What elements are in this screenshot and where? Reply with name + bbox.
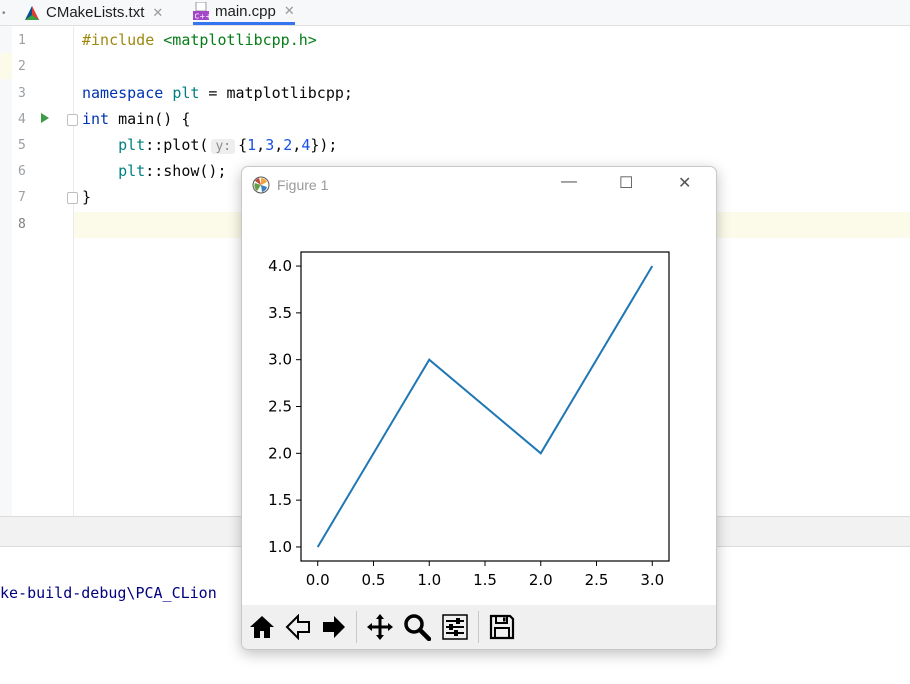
editor-tab-bar: • CMakeLists.txt ✕ C++ main.cpp ✕ bbox=[0, 0, 910, 26]
number-literal: 4 bbox=[301, 136, 310, 154]
line-number: 7 bbox=[18, 190, 38, 205]
line-number: 5 bbox=[18, 138, 38, 153]
y-tick-label: 3.0 bbox=[268, 351, 292, 369]
y-tick-label: 3.5 bbox=[268, 304, 292, 322]
code-text: ::show(); bbox=[145, 162, 226, 180]
code-text: ::plot( bbox=[145, 136, 208, 154]
configure-icon bbox=[441, 613, 469, 641]
x-tick-label: 3.0 bbox=[640, 571, 664, 589]
pan-icon bbox=[366, 613, 394, 641]
code-line-6[interactable]: plt::show(); bbox=[82, 162, 227, 180]
figure-title-bar[interactable]: Figure 1 — ☐ ✕ bbox=[242, 167, 716, 203]
forward-button[interactable] bbox=[317, 610, 351, 644]
close-button[interactable]: ✕ bbox=[678, 173, 691, 193]
code-text: { bbox=[238, 136, 247, 154]
tab-overflow-indicator[interactable]: • bbox=[2, 8, 6, 19]
back-icon bbox=[285, 614, 311, 640]
toolbar-separator bbox=[478, 611, 479, 643]
number-literal: 2 bbox=[283, 136, 292, 154]
y-tick-label: 1.0 bbox=[268, 538, 292, 556]
code-text: main() { bbox=[109, 110, 190, 128]
minimize-button[interactable]: — bbox=[561, 173, 577, 191]
cpp-file-icon: C++ bbox=[193, 2, 209, 20]
run-icon[interactable] bbox=[40, 112, 50, 124]
y-tick-label: 2.0 bbox=[268, 444, 292, 462]
close-icon[interactable]: ✕ bbox=[152, 5, 163, 21]
include-path: <matplotlibcpp.h> bbox=[163, 31, 317, 49]
svg-text:C++: C++ bbox=[195, 13, 210, 21]
tab-label: CMakeLists.txt bbox=[46, 4, 144, 21]
namespace-alias: plt bbox=[118, 162, 145, 180]
line-number: 1 bbox=[18, 33, 38, 48]
matplotlib-logo-icon bbox=[252, 176, 270, 194]
parameter-hint: y: bbox=[211, 139, 235, 154]
save-icon bbox=[488, 613, 516, 641]
y-tick-label: 2.5 bbox=[268, 398, 292, 416]
y-tick-label: 4.0 bbox=[268, 257, 292, 275]
x-tick-label: 1.5 bbox=[473, 571, 497, 589]
keyword: int bbox=[82, 110, 109, 128]
keyword: namespace bbox=[82, 84, 163, 102]
tab-label: main.cpp bbox=[215, 3, 276, 20]
code-text: } bbox=[82, 188, 91, 206]
fold-icon[interactable] bbox=[67, 192, 78, 204]
number-literal: 1 bbox=[247, 136, 256, 154]
number-literal: 3 bbox=[265, 136, 274, 154]
line-number: 6 bbox=[18, 164, 38, 179]
x-tick-label: 1.0 bbox=[417, 571, 441, 589]
line-number: 3 bbox=[18, 86, 38, 101]
tab-main-cpp[interactable]: C++ main.cpp ✕ bbox=[193, 0, 295, 25]
zoom-button[interactable] bbox=[400, 610, 434, 644]
cmake-icon bbox=[24, 5, 40, 21]
line-number: 2 bbox=[18, 59, 38, 74]
console-output: ke-build-debug\PCA_CLion bbox=[0, 584, 217, 602]
save-button[interactable] bbox=[485, 610, 519, 644]
namespace-alias: plt bbox=[172, 84, 199, 102]
namespace-alias: plt bbox=[118, 136, 145, 154]
fold-icon[interactable] bbox=[67, 114, 78, 126]
zoom-icon bbox=[403, 613, 431, 641]
code-line-4[interactable]: int main() { bbox=[82, 110, 190, 128]
current-line-gutter-highlight bbox=[0, 53, 12, 79]
y-tick-label: 1.5 bbox=[268, 491, 292, 509]
preprocessor-directive: #include bbox=[82, 31, 154, 49]
pan-button[interactable] bbox=[363, 610, 397, 644]
forward-icon bbox=[321, 614, 347, 640]
home-button[interactable] bbox=[245, 610, 279, 644]
code-line-3[interactable]: namespace plt = matplotlibcpp; bbox=[82, 84, 353, 102]
line-number: 4 bbox=[18, 112, 38, 127]
home-icon bbox=[249, 614, 275, 640]
figure-toolbar bbox=[242, 605, 716, 649]
configure-subplots-button[interactable] bbox=[438, 610, 472, 644]
figure-window[interactable]: Figure 1 — ☐ ✕ 0.0 0.5 1.0 1.5 2.0 2.5 3.0 1.0 1… bbox=[241, 166, 717, 650]
plot-canvas[interactable]: 0.0 0.5 1.0 1.5 2.0 2.5 3.0 1.0 1.5 2.0 2.5 3.0 3.5 4… bbox=[242, 203, 716, 605]
code-line-5[interactable]: plt::plot(y:{1,3,2,4}); bbox=[82, 136, 337, 154]
figure-title: Figure 1 bbox=[277, 177, 328, 193]
x-tick-label: 2.0 bbox=[529, 571, 553, 589]
x-tick-label: 0.5 bbox=[362, 571, 386, 589]
x-tick-label: 2.5 bbox=[585, 571, 609, 589]
maximize-button[interactable]: ☐ bbox=[619, 173, 633, 193]
close-icon[interactable]: ✕ bbox=[284, 3, 295, 19]
code-text: = matplotlibcpp; bbox=[199, 84, 353, 102]
tab-cmakelists[interactable]: CMakeLists.txt ✕ bbox=[24, 0, 163, 25]
back-button[interactable] bbox=[281, 610, 315, 644]
code-text: }); bbox=[310, 136, 337, 154]
code-line-7[interactable]: } bbox=[82, 188, 91, 206]
toolbar-separator bbox=[356, 611, 357, 643]
code-line-1[interactable]: #include <matplotlibcpp.h> bbox=[82, 31, 317, 49]
line-number: 8 bbox=[18, 217, 38, 232]
x-tick-label: 0.0 bbox=[306, 571, 330, 589]
